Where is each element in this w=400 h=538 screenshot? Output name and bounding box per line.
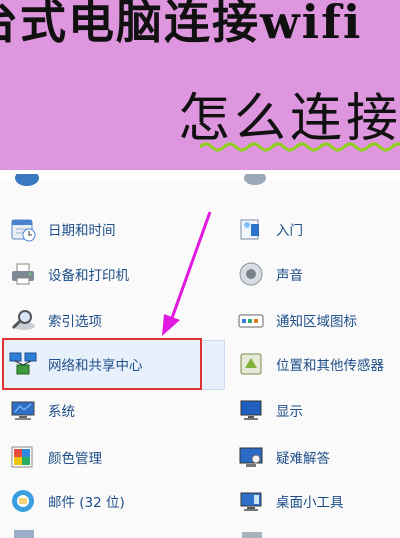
pointer-arrow xyxy=(162,211,212,336)
